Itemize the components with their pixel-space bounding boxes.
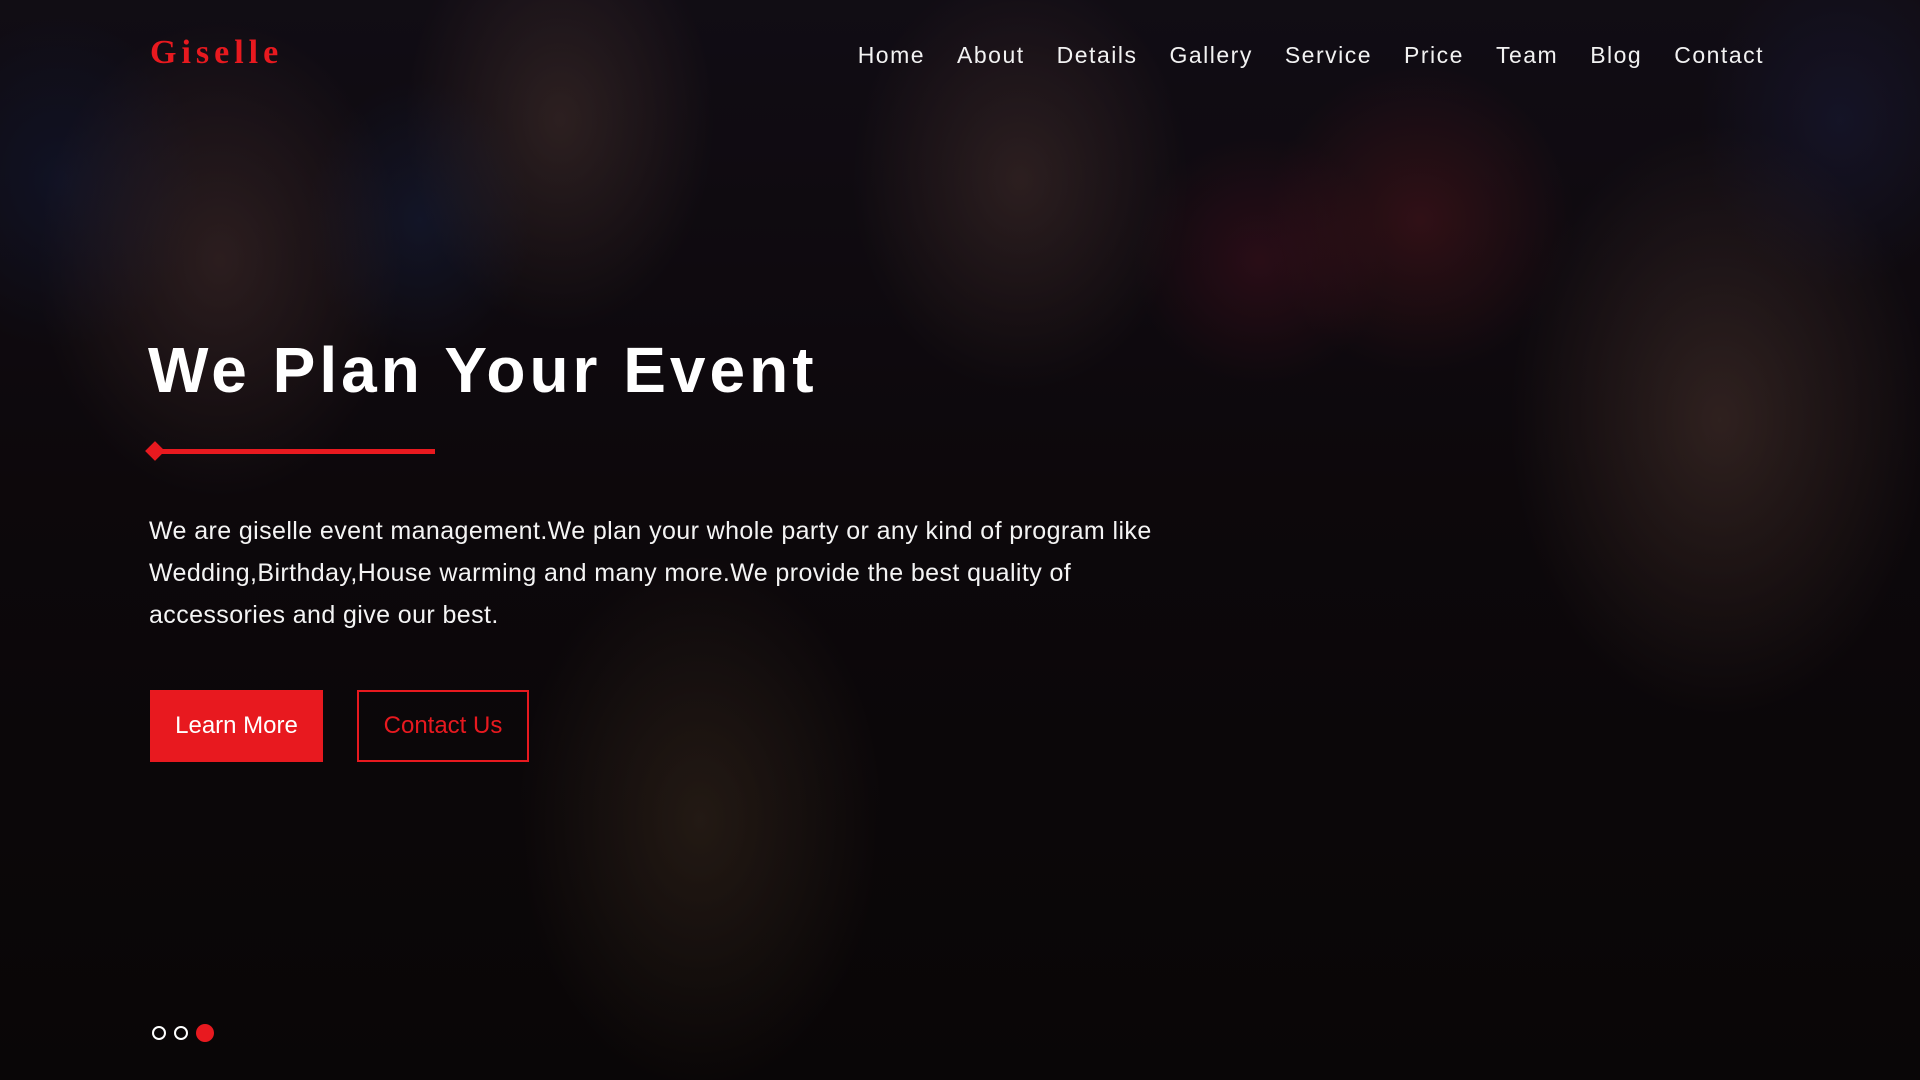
hero-intro-text: We are giselle event management.We plan …	[149, 517, 1152, 629]
slider-dots	[152, 1024, 214, 1042]
hero-section: Giselle Home About Details Gallery Servi…	[0, 0, 1920, 1080]
nav-item-blog[interactable]: Blog	[1590, 42, 1642, 70]
slider-dot-3[interactable]	[196, 1024, 214, 1042]
nav-item-gallery[interactable]: Gallery	[1169, 42, 1252, 70]
nav-item-details[interactable]: Details	[1057, 42, 1138, 70]
nav-item-home[interactable]: Home	[858, 42, 925, 70]
nav-item-team[interactable]: Team	[1496, 42, 1558, 70]
headline-divider	[145, 441, 436, 461]
nav-item-about[interactable]: About	[957, 42, 1025, 70]
contact-us-button[interactable]: Contact Us	[357, 690, 529, 762]
slider-dot-1[interactable]	[152, 1026, 166, 1040]
site-logo[interactable]: Giselle	[150, 36, 283, 70]
learn-more-button[interactable]: Learn More	[150, 690, 323, 762]
hero-headline: We Plan Your Event	[148, 334, 818, 406]
hero-content: Giselle Home About Details Gallery Servi…	[0, 0, 1920, 1080]
divider-line	[158, 449, 435, 454]
nav-item-service[interactable]: Service	[1285, 42, 1372, 70]
main-nav: Home About Details Gallery Service Price…	[858, 42, 1764, 70]
nav-item-contact[interactable]: Contact	[1674, 42, 1764, 70]
slider-dot-2[interactable]	[174, 1026, 188, 1040]
nav-item-price[interactable]: Price	[1404, 42, 1464, 70]
